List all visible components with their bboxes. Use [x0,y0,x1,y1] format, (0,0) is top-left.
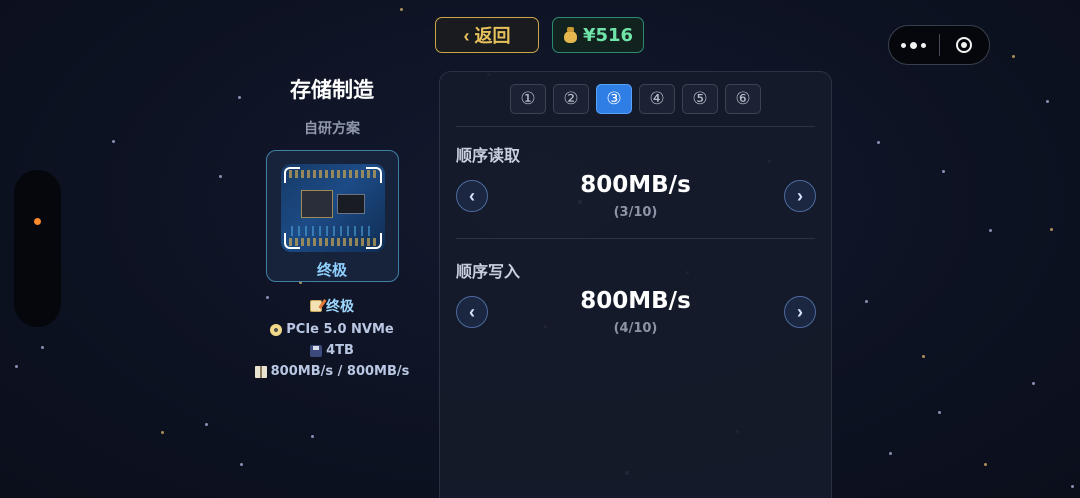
config-panel: ① ② ③ ④ ⑤ ⑥ 顺序读取 ‹ 800MB/s (3/10) › 顺序写入… [439,71,832,498]
write-speed-decrease-button[interactable]: ‹ [456,296,488,328]
spec-capacity: 4TB [252,343,412,358]
tab-1[interactable]: ① [510,84,546,114]
circuit-board-image [280,164,385,252]
write-speed-increase-button[interactable]: › [784,296,816,328]
tab-5[interactable]: ⑤ [682,84,718,114]
more-dots-icon [901,42,907,48]
write-speed-level: (4/10) [613,321,658,336]
memo-icon [310,300,322,312]
spec-interface: PCIe 5.0 NVMe [252,322,412,337]
close-target-icon [956,37,973,53]
tab-2[interactable]: ② [553,84,589,114]
product-card[interactable]: 终极 [265,150,399,282]
tab-6[interactable]: ⑥ [725,84,761,114]
spec-speed: 800MB/s / 800MB/s [252,364,412,379]
more-options-button[interactable] [889,26,939,64]
money-bag-icon [563,27,577,43]
product-summary: 存储制造 自研方案 终极 终极 PCIe 5.0 NVMe 4TB 800MB/… [252,72,412,379]
money-display: ¥516 [552,17,644,53]
money-amount: ¥516 [582,24,634,46]
spec-tier: 终极 [252,296,412,316]
miniprogram-capsule [888,25,990,65]
app-screen: ‹ 返回 ¥516 存储制造 自研方案 终极 终极 PCIe 5.0 NVMe … [0,0,1080,498]
write-speed-value: 800MB/s [580,288,691,314]
divider [456,238,815,239]
write-speed-label: 顺序写入 [456,262,521,281]
step-tabs: ① ② ③ ④ ⑤ ⑥ [510,84,761,114]
close-app-button[interactable] [939,26,989,64]
read-speed-level: (3/10) [613,205,658,220]
floating-side-handle[interactable] [14,170,61,327]
read-speed-increase-button[interactable]: › [784,180,816,212]
product-subtitle: 自研方案 [304,121,360,137]
divider [456,126,815,127]
read-speed-label: 顺序读取 [456,146,521,165]
tab-3[interactable]: ③ [596,84,632,114]
read-speed-value: 800MB/s [580,172,691,198]
disc-icon [270,323,283,336]
book-icon [254,365,267,378]
product-tier-label: 终极 [316,261,347,279]
back-button[interactable]: ‹ 返回 [435,17,539,53]
page-title: 存储制造 [290,78,374,102]
read-speed-decrease-button[interactable]: ‹ [456,180,488,212]
floppy-disk-icon [310,344,323,357]
tab-4[interactable]: ④ [639,84,675,114]
indicator-dot [34,218,41,225]
